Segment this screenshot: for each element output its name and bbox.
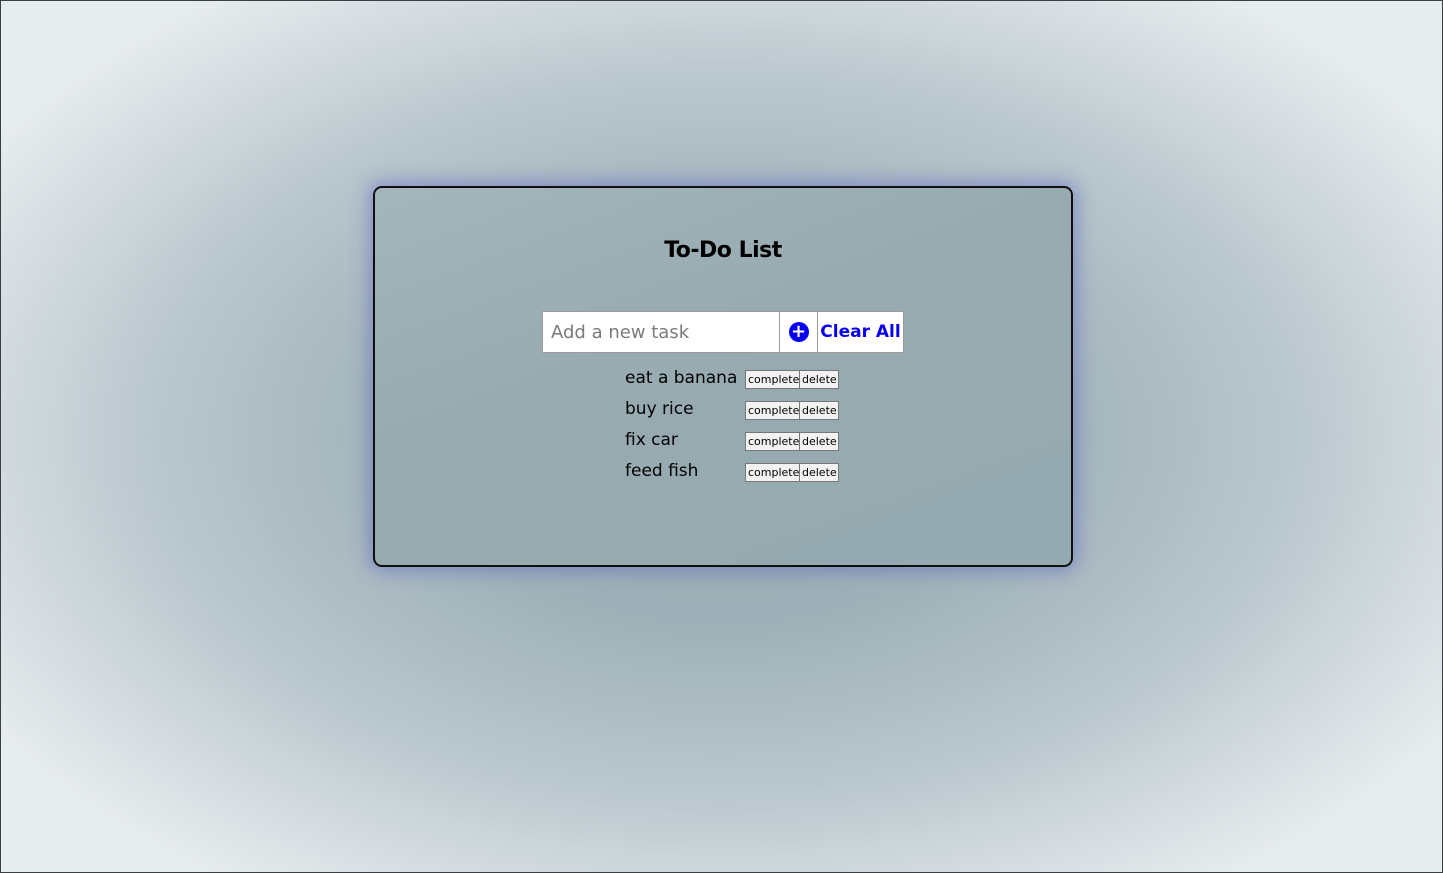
delete-button[interactable]: delete [800, 401, 839, 420]
task-item: eat a banana complete delete [625, 362, 839, 393]
delete-button[interactable]: delete [800, 370, 839, 389]
page-title: To-Do List [664, 238, 782, 263]
task-text: feed fish [625, 460, 699, 481]
task-text: eat a banana [625, 367, 738, 388]
todo-card: To-Do List + Clear All eat a banana comp… [373, 186, 1073, 567]
add-task-button[interactable]: + [780, 311, 818, 353]
delete-button[interactable]: delete [800, 432, 839, 451]
complete-button[interactable]: complete [745, 401, 800, 420]
task-list: eat a banana complete delete buy rice co… [625, 362, 839, 486]
complete-button[interactable]: complete [745, 432, 800, 451]
task-entry-row: + Clear All [542, 311, 904, 353]
task-item: feed fish complete delete [625, 455, 839, 486]
delete-button[interactable]: delete [800, 463, 839, 482]
clear-all-button[interactable]: Clear All [818, 311, 904, 353]
task-item: buy rice complete delete [625, 393, 839, 424]
complete-button[interactable]: complete [745, 370, 800, 389]
complete-button[interactable]: complete [745, 463, 800, 482]
new-task-input[interactable] [542, 311, 780, 353]
task-item: fix car complete delete [625, 424, 839, 455]
task-text: buy rice [625, 398, 694, 419]
task-text: fix car [625, 429, 678, 450]
plus-circle-icon: + [788, 322, 809, 342]
